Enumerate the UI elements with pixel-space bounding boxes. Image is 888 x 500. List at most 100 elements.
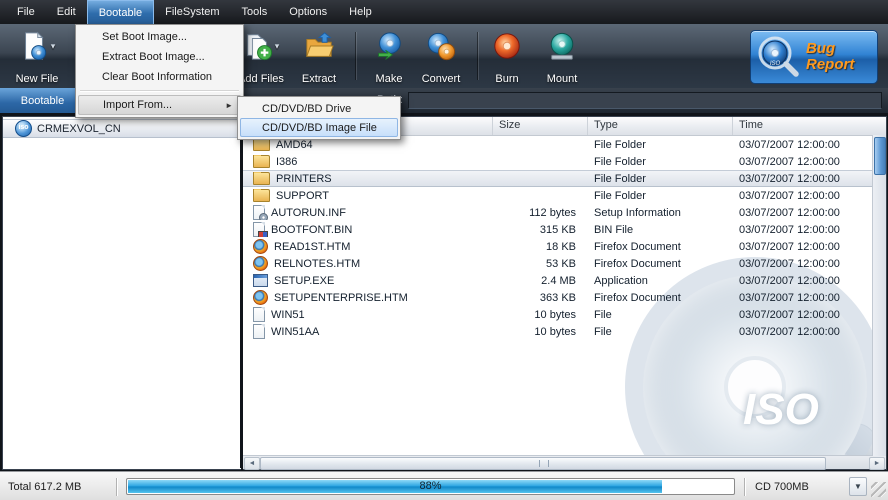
submenu-item-cd-dvd-bd-image-file[interactable]: CD/DVD/BD Image File [240,118,398,137]
firefox-document-icon [253,256,268,271]
file-size: 363 KB [539,291,576,304]
menu-help[interactable]: Help [338,0,383,24]
file-name: RELNOTES.HTM [274,257,361,270]
extract-button[interactable]: Extract [286,29,352,87]
menu-item-clear-boot-information[interactable]: Clear Boot Information [78,67,241,87]
statusbar-divider [116,477,117,496]
mount-button[interactable]: Mount [534,29,590,87]
add-files-icon [243,31,273,61]
file-row[interactable]: READ1ST.HTM 18 KB Firefox Document 03/07… [243,238,886,255]
file-name: SETUPENTERPRISE.HTM [274,291,408,304]
scroll-left-icon[interactable]: ◄ [244,457,260,470]
menu-item-set-boot-image[interactable]: Set Boot Image... [78,27,241,47]
file-type: Application [594,274,648,287]
path-field[interactable] [408,92,882,109]
file-time: 03/07/2007 12:00:00 [739,257,840,270]
burn-icon [492,31,522,61]
submenu-arrow-icon: ► [225,100,233,110]
resize-grip[interactable] [871,482,886,497]
horizontal-scrollbar-thumb[interactable] [260,457,826,470]
file-row[interactable]: AUTORUN.INF 112 bytes Setup Information … [243,204,886,221]
file-size: 18 KB [546,240,576,253]
tree-root-label: CRMEXVOL_CN [37,122,121,135]
file-name: SETUP.EXE [274,274,335,287]
menu-tools[interactable]: Tools [231,0,279,24]
new-file-button[interactable]: ▾ New File [4,29,70,87]
bootable-panel-button[interactable]: Bootable [0,88,86,113]
scroll-right-icon[interactable]: ► [869,457,885,470]
column-header-size[interactable]: Size [493,117,588,135]
vertical-scrollbar-thumb[interactable] [874,137,886,175]
file-type: Firefox Document [594,240,681,253]
new-file-label: New File [15,73,59,85]
file-row-selected[interactable]: PRINTERS File Folder 03/07/2007 12:00:00 [243,170,886,187]
status-bar: Total 617.2 MB 88% CD 700MB ▼ [0,471,888,500]
file-time: 03/07/2007 12:00:00 [739,291,840,304]
file-name: SUPPORT [276,189,329,202]
tree-root-item[interactable]: CRMEXVOL_CN [3,119,241,138]
file-time: 03/07/2007 12:00:00 [739,308,840,321]
file-time: 03/07/2007 12:00:00 [739,274,840,287]
file-row[interactable]: WIN51AA 10 bytes File 03/07/2007 12:00:0… [243,323,886,340]
file-name: BOOTFONT.BIN [271,223,353,236]
add-files-dropdown-icon[interactable]: ▾ [275,41,280,52]
file-time: 03/07/2007 12:00:00 [739,189,840,202]
file-row[interactable]: WIN51 10 bytes File 03/07/2007 12:00:00 [243,306,886,323]
extract-label: Extract [301,73,337,85]
menu-item-import-from[interactable]: Import From... ► [78,95,241,115]
convert-button[interactable]: Convert [410,29,472,87]
file-size: 2.4 MB [541,274,576,287]
submenu-item-cd-dvd-bd-drive[interactable]: CD/DVD/BD Drive [240,99,398,118]
horizontal-scrollbar[interactable]: ◄ ► [243,455,886,470]
menu-options[interactable]: Options [278,0,338,24]
menu-bootable[interactable]: Bootable [86,0,155,24]
folder-icon [253,189,270,202]
file-time: 03/07/2007 12:00:00 [739,240,840,253]
tree-panel: CRMEXVOL_CN [2,116,241,470]
burn-button[interactable]: Burn [482,29,532,87]
new-file-icon [19,31,49,61]
file-name: PRINTERS [276,172,332,185]
file-type: File Folder [594,155,646,168]
chevron-down-icon[interactable]: ▼ [849,477,867,496]
menu-file[interactable]: File [6,0,46,24]
file-row[interactable]: BOOTFONT.BIN 315 KB BIN File 03/07/2007 … [243,221,886,238]
mount-label: Mount [546,73,578,85]
menu-item-extract-boot-image[interactable]: Extract Boot Image... [78,47,241,67]
file-name: READ1ST.HTM [274,240,351,253]
file-time: 03/07/2007 12:00:00 [739,155,840,168]
file-type: File [594,308,612,321]
file-row[interactable]: SETUPENTERPRISE.HTM 363 KB Firefox Docum… [243,289,886,306]
file-row[interactable]: RELNOTES.HTM 53 KB Firefox Document 03/0… [243,255,886,272]
file-rows: ISO AMD64 File Folder 03/07/2007 12:00:0… [243,136,886,455]
menu-separator [80,90,239,92]
media-type-select[interactable]: CD 700MB ▼ [745,477,867,496]
new-file-dropdown-icon[interactable]: ▾ [51,41,56,52]
file-row[interactable]: I386 File Folder 03/07/2007 12:00:00 [243,153,886,170]
add-files-label: Add Files [238,73,284,85]
menu-edit[interactable]: Edit [46,0,87,24]
vertical-scrollbar[interactable] [872,135,886,456]
watermark-text: ISO [743,385,819,434]
convert-label: Convert [421,73,461,85]
toolbar-separator [478,32,479,80]
file-list-panel: Size Type Time ISO AMD64 File Folder 03/… [243,116,887,470]
bug-report-button[interactable]: ISO Bug Report [750,30,878,84]
total-size-label: Total 617.2 MB [8,480,82,493]
mount-icon [547,31,577,61]
file-size: 10 bytes [534,325,576,338]
capacity-progress-bar: 88% [126,478,735,495]
file-row[interactable]: SUPPORT File Folder 03/07/2007 12:00:00 [243,187,886,204]
bug-report-label: Bug Report [806,40,855,73]
column-header-type[interactable]: Type [588,117,733,135]
firefox-document-icon [253,239,268,254]
iso-disc-icon [15,120,32,137]
progress-percent-label: 88% [419,480,442,492]
file-row[interactable]: SETUP.EXE 2.4 MB Application 03/07/2007 … [243,272,886,289]
file-type: Firefox Document [594,291,681,304]
app-window: File Edit Bootable FileSystem Tools Opti… [0,0,888,500]
menu-filesystem[interactable]: FileSystem [154,0,230,24]
file-type: File Folder [594,172,646,185]
column-header-time[interactable]: Time [733,117,886,135]
main-area: CRMEXVOL_CN Size Type Time ISO [0,113,888,471]
